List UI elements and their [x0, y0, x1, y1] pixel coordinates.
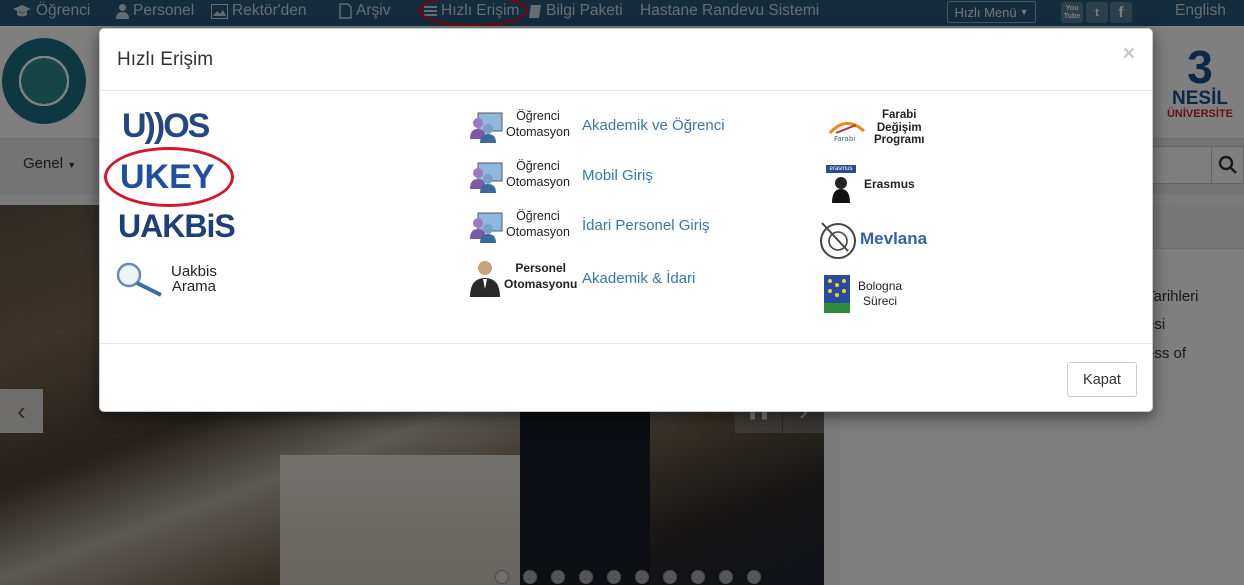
bologna-link[interactable]: Bologna Süreci [824, 275, 902, 313]
mevlana-logo-icon [820, 222, 856, 259]
magnifier-logo-icon [116, 262, 162, 297]
link-mobil-giris[interactable]: Mobil Giriş [582, 167, 653, 184]
bologna-logo-icon [824, 275, 850, 313]
link-akademik-idari[interactable]: Akademik & İdari [582, 270, 695, 287]
ogrenci-otomasyon-line1: Öğrenci [516, 209, 560, 223]
ogrenci-otomasyon-logo-1[interactable]: Öğrenci Otomasyon [468, 107, 570, 143]
bologna-text: Bologna Süreci [858, 279, 902, 309]
erasmus-logo-icon: erasmus [826, 165, 856, 203]
ogrenci-otomasyon-line2: Otomasyon [506, 225, 570, 239]
personel-otomasyonu-text: Personel Otomasyonu [504, 260, 577, 292]
farabi-line2: Değişim [876, 121, 922, 134]
ogrenci-otomasyon-text: Öğrenci Otomasyon [506, 158, 570, 190]
close-icon[interactable]: × [1123, 42, 1135, 66]
udos-link[interactable]: U))OS [122, 106, 210, 145]
modal-title: Hızlı Erişim [117, 49, 214, 70]
farabi-link[interactable]: Farabi Farabi Değişim Programı [826, 109, 925, 147]
kapat-button[interactable]: Kapat [1067, 362, 1137, 397]
farabi-line3: Programı [874, 134, 925, 146]
mevlana-label: Mevlana [860, 229, 928, 248]
modal-header-divider [100, 90, 1152, 91]
erasmus-link[interactable]: erasmus Erasmus [826, 165, 915, 203]
ogrenci-otomasyon-logo-2[interactable]: Öğrenci Otomasyon [468, 157, 570, 193]
ogrenci-otomasyon-text: Öğrenci Otomasyon [506, 208, 570, 240]
uakbis-logo: UAKBiS [118, 207, 236, 244]
businessman-icon [468, 259, 502, 297]
uakbis-arama-line1: Uakbis [171, 263, 217, 280]
bologna-line1: Bologna [858, 279, 903, 293]
highlight-circle-ukey [104, 147, 234, 207]
uakbis-arama-text: Uakbis Arama [171, 264, 217, 294]
computer-users-icon [468, 107, 503, 143]
link-akademik-ve-ogrenci[interactable]: Akademik ve Öğrenci [582, 117, 725, 134]
farabi-text: Farabi Değişim Programı [874, 109, 925, 147]
ogrenci-otomasyon-line2: Otomasyon [506, 175, 570, 189]
bologna-line2: Süreci [863, 294, 898, 308]
farabi-logo-icon: Farabi [828, 121, 865, 143]
erasmus-label: Erasmus [864, 177, 915, 191]
ogrenci-otomasyon-line2: Otomasyon [506, 125, 570, 139]
ogrenci-otomasyon-text: Öğrenci Otomasyon [506, 108, 570, 140]
uakbis-link[interactable]: UAKBiS [118, 207, 236, 245]
modal-footer-divider [100, 343, 1152, 344]
erasmus-tag: erasmus [826, 165, 856, 173]
computer-users-icon [468, 157, 503, 193]
personel-otomasyonu-line1: Personel [515, 261, 567, 275]
link-idari-personel-giris[interactable]: İdari Personel Giriş [582, 217, 710, 234]
mevlana-link[interactable]: Mevlana [818, 217, 927, 261]
uakbis-arama-line2: Arama [171, 278, 217, 295]
udos-logo: U))OS [122, 106, 210, 145]
ogrenci-otomasyon-logo-3[interactable]: Öğrenci Otomasyon [468, 207, 570, 243]
personel-otomasyonu-logo[interactable]: Personel Otomasyonu [468, 259, 577, 297]
hizli-erisim-modal: Hızlı Erişim × U))OS UKEY UAKBiS Uakbis … [99, 28, 1153, 412]
computer-users-icon [468, 207, 503, 243]
nav-overlay-spacer [0, 0, 1244, 26]
farabi-line1: Farabi [881, 109, 917, 121]
uakbis-arama-link[interactable]: Uakbis Arama [115, 259, 217, 299]
ogrenci-otomasyon-line1: Öğrenci [516, 159, 560, 173]
svg-text:Farabi: Farabi [834, 135, 855, 143]
personel-otomasyonu-line2: Otomasyonu [504, 277, 578, 291]
ogrenci-otomasyon-line1: Öğrenci [516, 109, 560, 123]
